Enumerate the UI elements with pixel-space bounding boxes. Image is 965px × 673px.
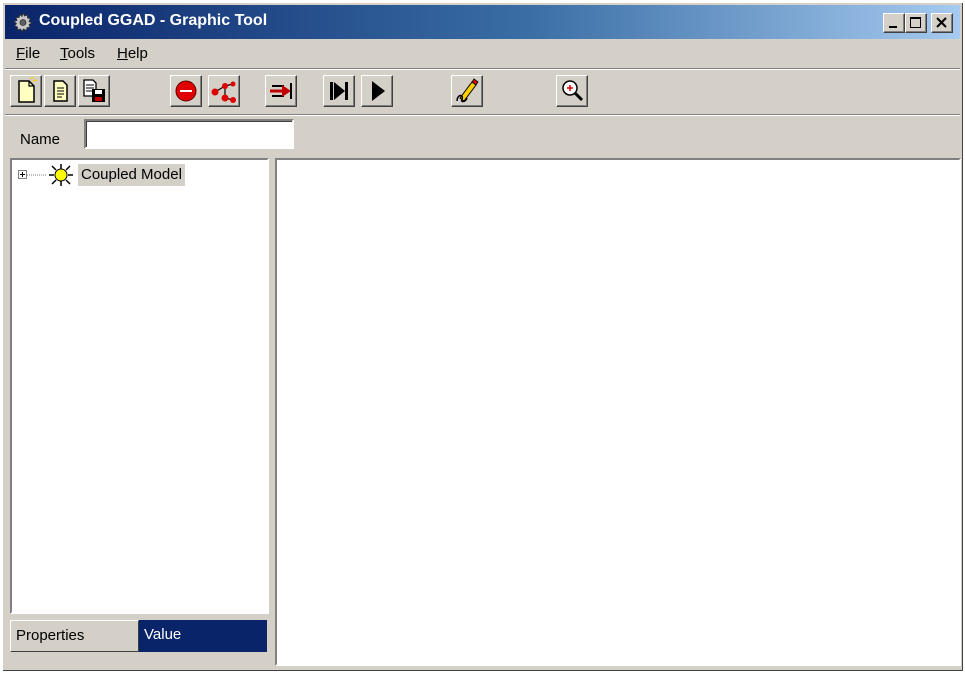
save-button[interactable] bbox=[78, 75, 110, 107]
run-button[interactable] bbox=[361, 75, 393, 107]
open-button[interactable] bbox=[44, 75, 76, 107]
menu-file-label: ile bbox=[25, 45, 41, 62]
properties-header: Properties Value bbox=[10, 620, 267, 652]
menu-tools-label: ools bbox=[67, 45, 96, 62]
menu-help-accel: H bbox=[117, 45, 128, 62]
maximize-icon bbox=[910, 17, 921, 28]
name-input[interactable] bbox=[84, 119, 294, 149]
zoom-in-icon bbox=[562, 80, 584, 102]
menu-tools-accel: T bbox=[60, 45, 68, 62]
tree-node-label: Coupled Model bbox=[78, 164, 185, 186]
atomic-model-button[interactable] bbox=[170, 75, 202, 107]
expand-icon[interactable] bbox=[18, 170, 27, 179]
save-document-icon bbox=[83, 79, 105, 102]
menu-file[interactable]: File bbox=[16, 45, 40, 62]
edit-properties-icon bbox=[456, 78, 479, 103]
input-port-icon bbox=[270, 83, 292, 99]
gear-icon bbox=[13, 12, 33, 32]
maximize-button[interactable] bbox=[905, 13, 927, 33]
plus-icon bbox=[20, 172, 25, 177]
menu-tools[interactable]: Tools bbox=[60, 45, 95, 62]
step-icon bbox=[330, 82, 348, 100]
open-document-icon bbox=[53, 80, 68, 102]
menu-help-label: elp bbox=[127, 45, 148, 62]
minimize-icon bbox=[889, 26, 897, 28]
edit-properties-button[interactable] bbox=[451, 75, 483, 107]
name-bar: Name bbox=[5, 116, 960, 156]
tree-connector bbox=[27, 174, 47, 176]
close-icon bbox=[936, 17, 947, 28]
coupled-link-button[interactable] bbox=[208, 75, 240, 107]
new-document-icon bbox=[18, 76, 38, 103]
drawing-canvas[interactable] bbox=[275, 158, 961, 666]
model-tree[interactable]: Coupled Model bbox=[10, 158, 269, 614]
toolbar bbox=[5, 71, 960, 115]
coupled-model-icon bbox=[49, 164, 73, 186]
step-button[interactable] bbox=[323, 75, 355, 107]
close-button[interactable] bbox=[931, 13, 953, 33]
app-window: Coupled GGAD - Graphic Tool File Tools H… bbox=[2, 2, 963, 671]
value-column-header[interactable]: Value bbox=[139, 620, 267, 652]
input-port-button[interactable] bbox=[265, 75, 297, 107]
properties-column-header[interactable]: Properties bbox=[10, 620, 139, 652]
coupled-link-icon bbox=[211, 81, 236, 103]
window-title: Coupled GGAD - Graphic Tool bbox=[39, 12, 268, 29]
title-bar[interactable]: Coupled GGAD - Graphic Tool bbox=[5, 5, 960, 39]
menu-file-accel: F bbox=[16, 45, 26, 62]
name-label: Name bbox=[20, 131, 61, 148]
menu-help[interactable]: Help bbox=[117, 45, 148, 62]
atomic-model-icon bbox=[175, 80, 197, 102]
zoom-button[interactable] bbox=[556, 75, 588, 107]
menu-bar: File Tools Help bbox=[5, 40, 960, 69]
minimize-button[interactable] bbox=[883, 13, 905, 33]
run-icon bbox=[372, 81, 385, 101]
new-button[interactable] bbox=[10, 75, 42, 107]
